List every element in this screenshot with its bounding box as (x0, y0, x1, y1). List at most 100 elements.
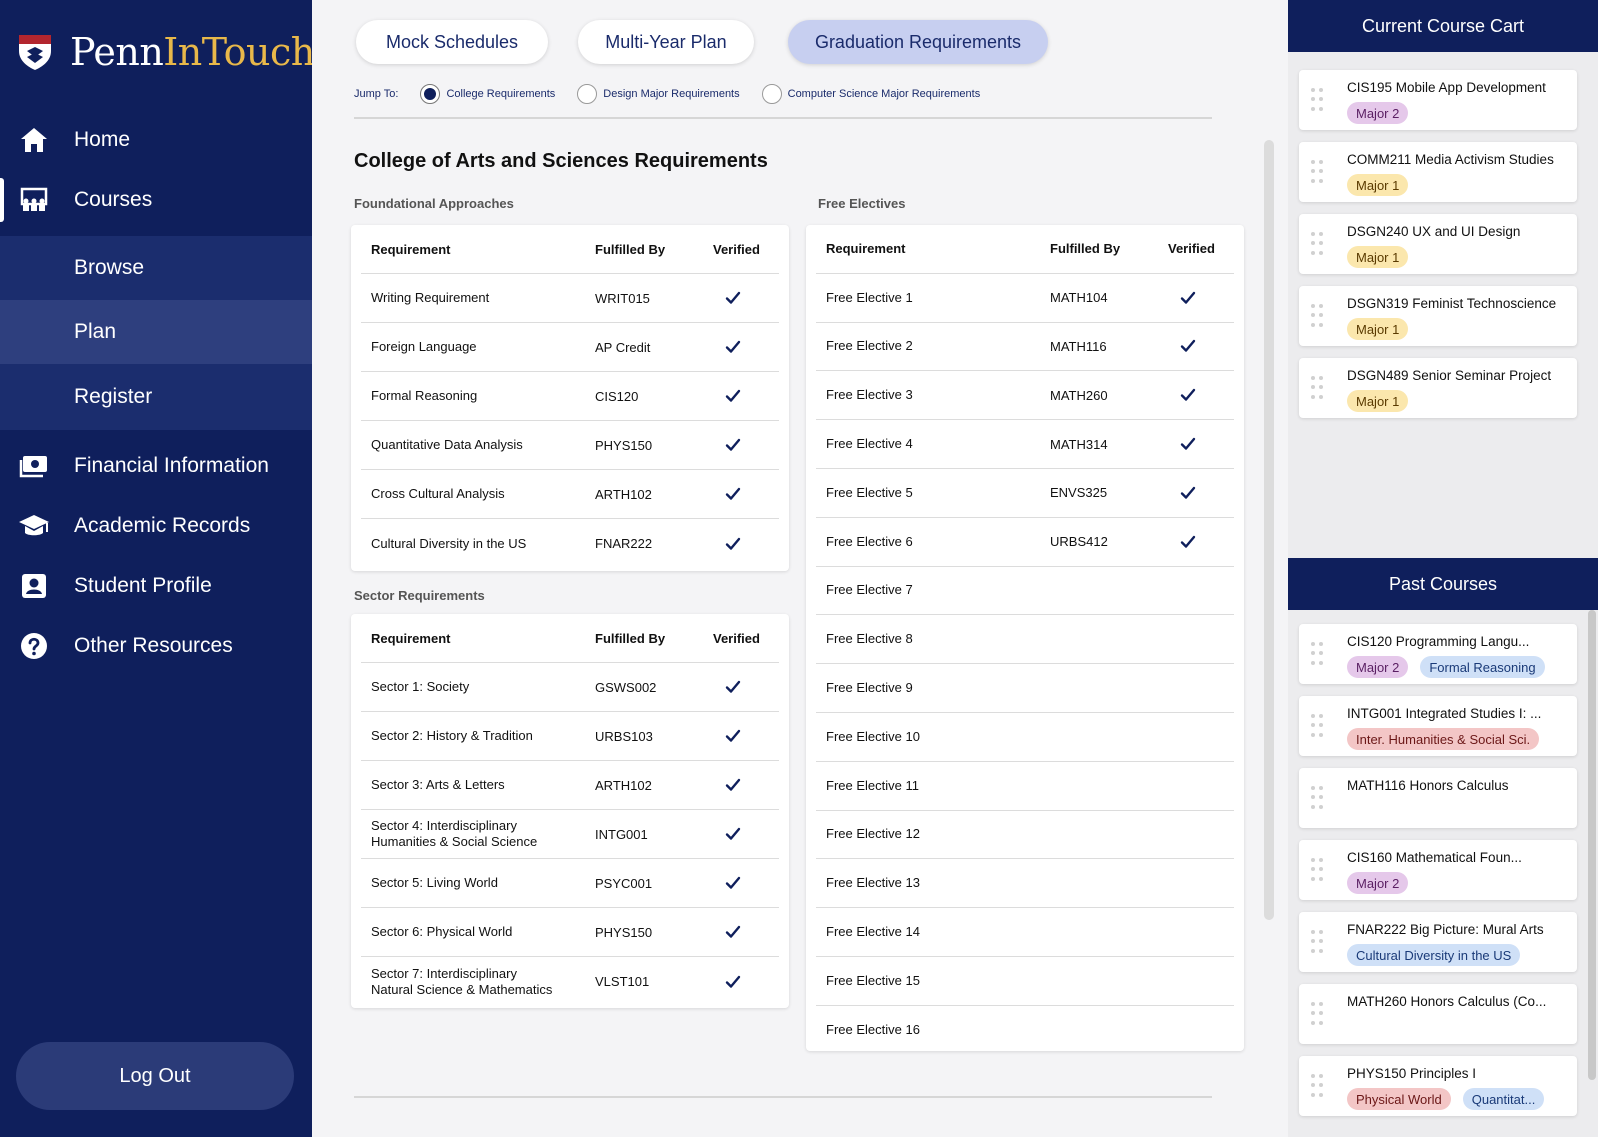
requirement-name: Free Elective 16 (826, 1022, 920, 1038)
nav-browse[interactable]: Browse (0, 236, 312, 300)
id-card-icon (18, 570, 50, 602)
course-title: MATH260 Honors Calculus (Co... (1347, 994, 1547, 1009)
nav-academic[interactable]: Academic Records (0, 502, 312, 550)
penn-shield-icon (19, 35, 51, 70)
requirement-name: Cultural Diversity in the US (371, 536, 526, 552)
requirement-name: Free Elective 11 (826, 778, 919, 794)
fulfilled-by: MATH260 (1050, 387, 1108, 403)
main-scrollbar[interactable] (1264, 140, 1274, 920)
course-card[interactable]: CIS195 Mobile App Development Major 2 (1299, 70, 1577, 130)
drag-handle-icon[interactable] (1311, 642, 1323, 666)
course-badges: Major 1 (1347, 318, 1409, 340)
requirement-name: Sector 4: Interdisciplinary Humanities & … (371, 818, 537, 850)
drag-handle-icon[interactable] (1311, 786, 1323, 810)
table-row: Formal Reasoning CIS120 (361, 372, 779, 421)
table-row: Writing Requirement WRIT015 (361, 274, 779, 323)
requirement-name-line: Sector 4: Interdisciplinary (371, 818, 517, 833)
course-badges: Physical World Quantitat... (1347, 1088, 1545, 1110)
drag-handle-icon[interactable] (1311, 1002, 1323, 1026)
radio-design-label[interactable]: Design Major Requirements (603, 88, 739, 100)
course-card[interactable]: DSGN240 UX and UI Design Major 1 (1299, 214, 1577, 274)
table-row: Sector 2: History & Tradition URBS103 (361, 712, 779, 761)
nav-plan-label: Plan (74, 320, 117, 343)
free-electives-label: Free Electives (818, 196, 906, 211)
fulfilled-by: FNAR222 (595, 536, 653, 551)
nav-academic-label: Academic Records (74, 514, 251, 537)
radio-cs[interactable] (761, 84, 782, 104)
drag-handle-icon[interactable] (1311, 1074, 1323, 1098)
tab-multi-year-plan[interactable]: Multi-Year Plan (578, 20, 754, 64)
requirement-name-line: Free Elective 13 (826, 875, 920, 891)
fulfilled-by: AP Credit (595, 339, 651, 355)
radio-cs-label[interactable]: Computer Science Major Requirements (788, 88, 981, 100)
requirement-badge: Cultural Diversity in the US (1347, 944, 1521, 966)
course-card[interactable]: MATH116 Honors Calculus (1299, 768, 1577, 828)
drag-handle-icon[interactable] (1311, 160, 1323, 184)
nav-financial[interactable]: Financial Information (0, 442, 312, 490)
table-row: Free Elective 3 MATH260 (816, 371, 1234, 421)
drag-handle-icon[interactable] (1311, 304, 1323, 328)
requirement-badge: Quantitat... (1462, 1088, 1545, 1110)
verified-check-icon (1180, 534, 1196, 550)
course-title: DSGN489 Senior Seminar Project (1347, 368, 1552, 383)
course-card[interactable]: INTG001 Integrated Studies I: ... Inter. … (1299, 696, 1577, 756)
nav-home[interactable]: Home (0, 116, 312, 164)
table-row: Sector 7: Interdisciplinary Natural Scien… (361, 957, 779, 1006)
logout-button[interactable]: Log Out (16, 1042, 294, 1110)
nav-profile[interactable]: Student Profile (0, 562, 312, 610)
drag-handle-icon[interactable] (1311, 88, 1323, 112)
drag-handle-icon[interactable] (1311, 232, 1323, 256)
nav-other[interactable]: Other Resources (0, 622, 312, 670)
requirement-name-line: Free Elective 3 (826, 387, 913, 403)
tab-graduation-requirements[interactable]: Graduation Requirements (788, 20, 1048, 64)
course-card[interactable]: PHYS150 Principles I Physical World Quanti… (1299, 1056, 1577, 1116)
verified-check-icon (725, 388, 741, 404)
course-card[interactable]: DSGN319 Feminist Technoscience Major 1 (1299, 286, 1577, 346)
course-title: PHYS150 Principles I (1347, 1066, 1477, 1081)
table-header-row: Requirement Fulfilled By Verified (361, 614, 779, 663)
verified-check-icon (1180, 338, 1196, 354)
verified-check-icon (725, 486, 741, 502)
course-card[interactable]: CIS160 Mathematical Foun... Major 2 (1299, 840, 1577, 900)
requirement-badge: Physical World (1347, 1088, 1451, 1110)
tab-mock-schedules[interactable]: Mock Schedules (356, 20, 548, 64)
course-card[interactable]: DSGN489 Senior Seminar Project Major 1 (1299, 358, 1577, 418)
drag-handle-icon[interactable] (1311, 930, 1323, 954)
requirement-name-line: Free Elective 9 (826, 680, 913, 696)
drag-handle-icon[interactable] (1311, 858, 1323, 882)
radio-college-label[interactable]: College Requirements (446, 88, 555, 100)
nav-register-label: Register (74, 385, 153, 408)
past-courses-header: Past Courses (1288, 558, 1598, 610)
table-row: Free Elective 16 (816, 1006, 1234, 1055)
verified-check-icon (1180, 436, 1196, 452)
course-badges: Major 2 (1347, 872, 1409, 894)
course-title: CIS195 Mobile App Development (1347, 80, 1546, 95)
fulfilled-by: ARTH102 (595, 777, 652, 793)
verified-check-icon (725, 924, 741, 940)
course-card[interactable]: COMM211 Media Activism Studies Major 1 (1299, 142, 1577, 202)
drag-handle-icon[interactable] (1311, 714, 1323, 738)
table-row: Free Elective 5 ENVS325 (816, 469, 1234, 518)
course-title: INTG001 Integrated Studies I: ... (1347, 706, 1542, 721)
course-card[interactable]: FNAR222 Big Picture: Mural Arts Cultural … (1299, 912, 1577, 972)
course-badges: Major 2 (1347, 102, 1409, 124)
radio-college[interactable] (420, 84, 441, 104)
course-card[interactable]: MATH260 Honors Calculus (Co... (1299, 984, 1577, 1044)
column-header: Fulfilled By (595, 241, 666, 257)
course-card[interactable]: CIS120 Programming Langu... Major 2 Formal… (1299, 624, 1577, 684)
requirement-badge: Major 1 (1347, 246, 1409, 268)
home-icon (18, 124, 50, 156)
radio-design[interactable] (577, 84, 598, 104)
app-logo[interactable]: PennInTouch (18, 30, 315, 74)
requirement-name: Writing Requirement (371, 290, 489, 306)
nav-courses[interactable]: Courses (0, 176, 312, 224)
past-courses-scrollbar[interactable] (1588, 610, 1596, 1080)
requirement-name-line: Formal Reasoning (371, 388, 478, 403)
nav-plan[interactable]: Plan (0, 300, 312, 364)
drag-handle-icon[interactable] (1311, 376, 1323, 400)
requirement-name: Sector 3: Arts & Letters (371, 777, 505, 793)
sector-table: Requirement Fulfilled By Verified Sector 1:… (351, 614, 789, 1008)
nav-register[interactable]: Register (0, 364, 312, 430)
requirement-badge: Major 2 (1347, 872, 1409, 894)
verified-check-icon (725, 290, 741, 306)
